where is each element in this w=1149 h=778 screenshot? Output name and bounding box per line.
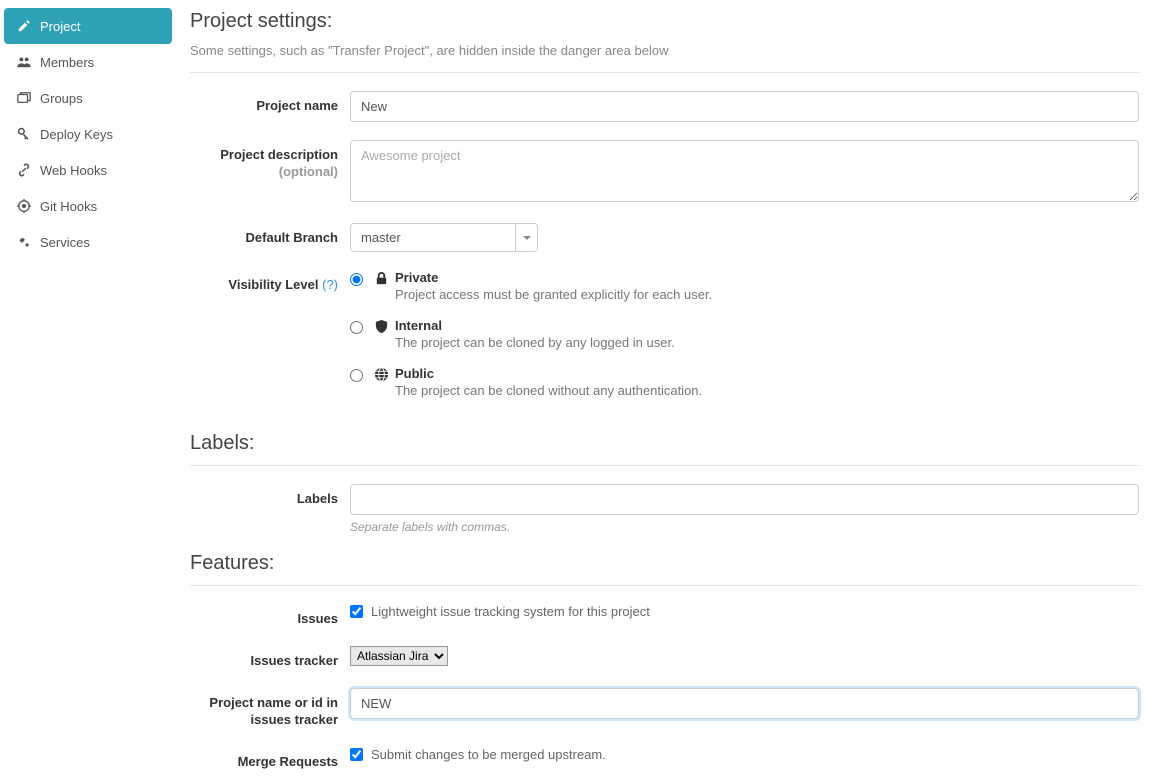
- project-desc-input[interactable]: [350, 140, 1139, 202]
- link-icon: [16, 162, 32, 178]
- sidebar-item-label: Web Hooks: [40, 163, 107, 178]
- merge-requests-checkbox-label: Submit changes to be merged upstream.: [371, 747, 606, 762]
- visibility-desc: The project can be cloned without any au…: [395, 383, 1139, 398]
- visibility-radio-private[interactable]: [350, 273, 363, 286]
- default-branch-value[interactable]: [351, 224, 515, 251]
- tracker-id-input[interactable]: [350, 688, 1139, 719]
- issues-tracker-label: Issues tracker: [190, 646, 350, 670]
- labels-section-title: Labels:: [190, 432, 1139, 455]
- visibility-label: Visibility Level (?): [190, 270, 350, 294]
- project-desc-label: Project description (optional): [190, 140, 350, 181]
- key-icon: [16, 126, 32, 142]
- default-branch-label: Default Branch: [190, 223, 350, 247]
- sidebar-item-label: Git Hooks: [40, 199, 97, 214]
- issues-checkbox-label: Lightweight issue tracking system for th…: [371, 604, 650, 619]
- target-icon: [16, 198, 32, 214]
- visibility-title: Private: [395, 270, 1139, 285]
- cogs-icon: [16, 234, 32, 250]
- visibility-desc: Project access must be granted explicitl…: [395, 287, 1139, 302]
- visibility-desc: The project can be cloned by any logged …: [395, 335, 1139, 350]
- sidebar-item-members[interactable]: Members: [4, 44, 172, 80]
- divider: [190, 465, 1139, 466]
- page-subtitle: Some settings, such as "Transfer Project…: [190, 43, 1139, 58]
- issues-checkbox[interactable]: [350, 605, 363, 618]
- tracker-id-label: Project name or id in issues tracker: [190, 688, 350, 729]
- sidebar-item-label: Groups: [40, 91, 83, 106]
- merge-requests-checkbox[interactable]: [350, 748, 363, 761]
- features-section-title: Features:: [190, 552, 1139, 575]
- main-content: Project settings: Some settings, such as…: [184, 8, 1145, 770]
- caret-down-icon[interactable]: [515, 224, 537, 251]
- sidebar-item-project[interactable]: Project: [4, 8, 172, 44]
- sidebar-item-services[interactable]: Services: [4, 224, 172, 260]
- sidebar-item-label: Services: [40, 235, 90, 250]
- sidebar: Project Members Groups Deploy Keys Web H…: [4, 8, 184, 770]
- edit-icon: [16, 18, 32, 34]
- labels-input[interactable]: [350, 484, 1139, 515]
- merge-requests-label: Merge Requests: [190, 747, 350, 771]
- globe-icon: [373, 366, 389, 382]
- default-branch-select[interactable]: [350, 223, 538, 252]
- sidebar-item-label: Project: [40, 19, 80, 34]
- members-icon: [16, 54, 32, 70]
- issues-label: Issues: [190, 604, 350, 628]
- project-name-label: Project name: [190, 91, 350, 115]
- visibility-help-link[interactable]: (?): [322, 277, 338, 292]
- page-title: Project settings:: [190, 10, 1139, 33]
- sidebar-item-label: Deploy Keys: [40, 127, 113, 142]
- groups-icon: [16, 90, 32, 106]
- sidebar-item-web-hooks[interactable]: Web Hooks: [4, 152, 172, 188]
- sidebar-item-git-hooks[interactable]: Git Hooks: [4, 188, 172, 224]
- visibility-title: Public: [395, 366, 1139, 381]
- divider: [190, 585, 1139, 586]
- labels-help-text: Separate labels with commas.: [350, 520, 1139, 534]
- shield-icon: [373, 318, 389, 334]
- sidebar-item-groups[interactable]: Groups: [4, 80, 172, 116]
- sidebar-item-deploy-keys[interactable]: Deploy Keys: [4, 116, 172, 152]
- visibility-radio-public[interactable]: [350, 369, 363, 382]
- divider: [190, 72, 1139, 73]
- sidebar-item-label: Members: [40, 55, 94, 70]
- lock-icon: [373, 270, 389, 286]
- visibility-title: Internal: [395, 318, 1139, 333]
- project-name-input[interactable]: [350, 91, 1139, 122]
- issues-tracker-select[interactable]: Atlassian Jira: [350, 646, 448, 666]
- visibility-radio-internal[interactable]: [350, 321, 363, 334]
- labels-label: Labels: [190, 484, 350, 508]
